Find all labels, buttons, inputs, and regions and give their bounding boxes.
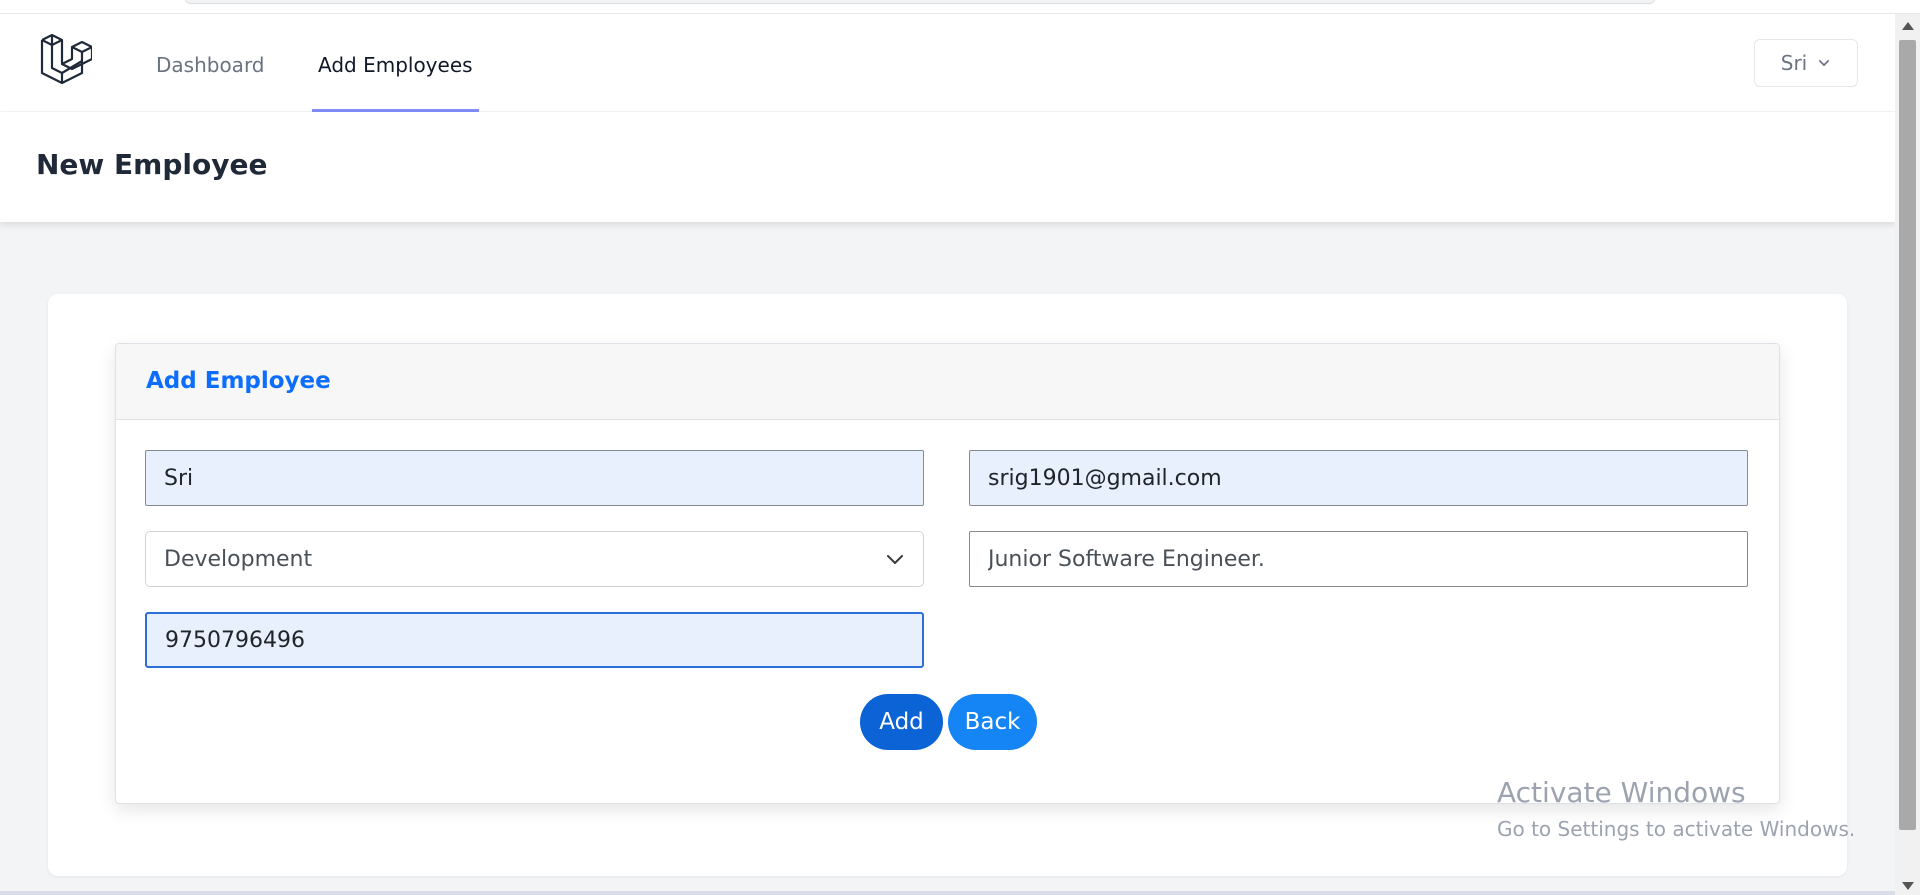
nav-link-add-employees[interactable]: Add Employees <box>312 14 479 112</box>
add-employee-card: Add Employee Development Add Back <box>115 343 1780 804</box>
watermark-title: Activate Windows <box>1497 776 1746 809</box>
add-button[interactable]: Add <box>860 694 943 750</box>
phone-input[interactable] <box>145 612 924 668</box>
vertical-scrollbar[interactable] <box>1895 14 1920 895</box>
page-header: New Employee <box>0 112 1895 222</box>
scroll-up-arrow-icon[interactable] <box>1902 22 1914 30</box>
email-input[interactable] <box>969 450 1748 506</box>
card-header: Add Employee <box>116 344 1779 420</box>
nav-link-add-employees-label: Add Employees <box>318 53 473 77</box>
card-title: Add Employee <box>146 368 331 394</box>
browser-top-strip <box>0 0 1920 14</box>
nav-link-dashboard-label: Dashboard <box>156 53 265 77</box>
back-button[interactable]: Back <box>948 694 1037 750</box>
watermark-subtitle: Go to Settings to activate Windows. <box>1497 817 1856 841</box>
user-menu-button[interactable]: Sri <box>1754 39 1858 87</box>
bottom-divider <box>0 891 1895 895</box>
windows-activation-watermark: Activate Windows Go to Settings to activ… <box>1497 776 1855 841</box>
chevron-down-icon <box>1819 60 1830 66</box>
top-navbar: Dashboard Add Employees Sri <box>0 14 1895 112</box>
scroll-down-arrow-icon[interactable] <box>1902 882 1914 890</box>
scrollbar-thumb[interactable] <box>1899 40 1916 830</box>
chevron-down-icon <box>887 555 903 564</box>
browser-address-bar[interactable] <box>185 0 1655 4</box>
user-name: Sri <box>1780 51 1808 75</box>
department-selected-value: Development <box>164 546 313 572</box>
nav-link-dashboard[interactable]: Dashboard <box>150 14 271 112</box>
department-select[interactable]: Development <box>145 531 924 587</box>
name-input[interactable] <box>145 450 924 506</box>
designation-input[interactable] <box>969 531 1748 587</box>
page-title: New Employee <box>36 148 268 181</box>
laravel-logo-icon[interactable] <box>38 34 92 88</box>
